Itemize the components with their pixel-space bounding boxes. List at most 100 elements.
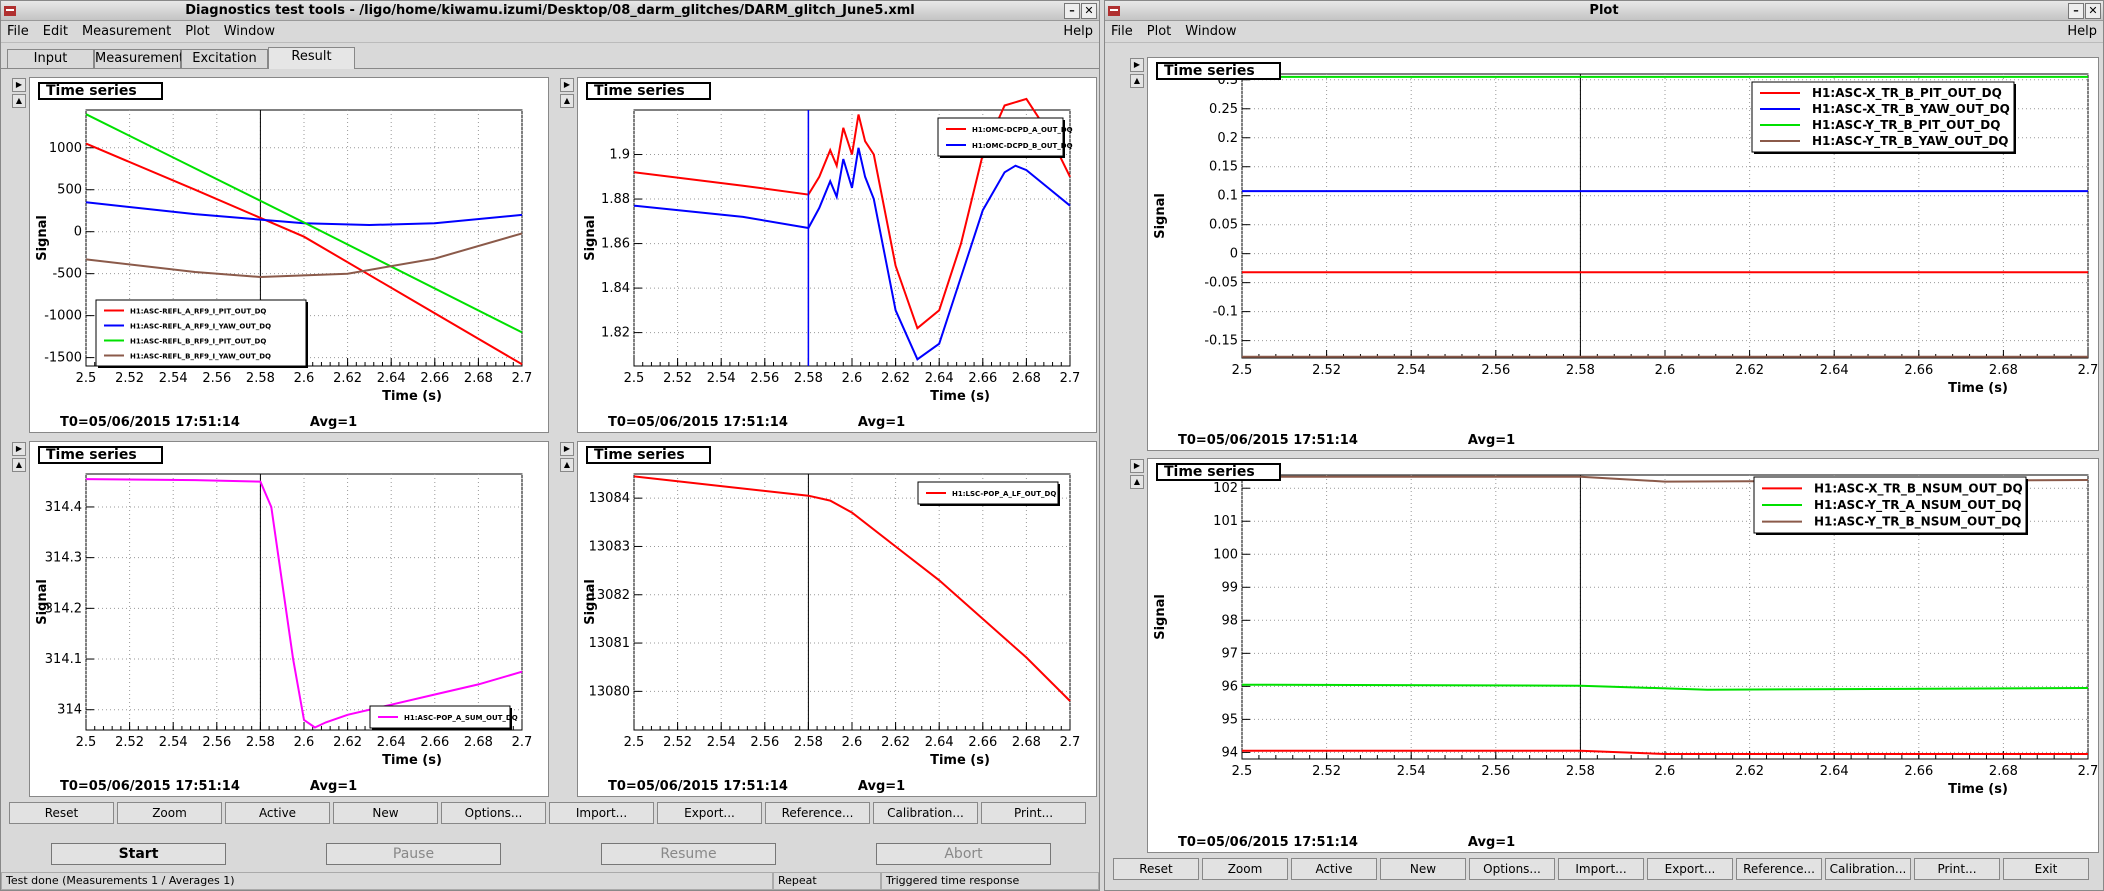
- chart-c4[interactable]: 2.5 2.52 2.54 2.56 2.58 2.6 2.62 2.64 2.66 2.68 2.…: [578, 442, 1096, 796]
- tab-result[interactable]: Result: [268, 47, 355, 69]
- window-menu-icon[interactable]: [3, 4, 17, 18]
- x-tick-label: 2.5: [1232, 764, 1253, 779]
- new-button[interactable]: New: [1380, 858, 1466, 880]
- x-axis-title: Time (s): [930, 753, 990, 768]
- expand-up-icon[interactable]: ▲: [560, 94, 574, 108]
- menu-file[interactable]: File: [1111, 24, 1133, 39]
- menu-help[interactable]: Help: [1063, 24, 1093, 39]
- expand-up-icon[interactable]: ▲: [1130, 74, 1144, 88]
- reset-button[interactable]: Reset: [9, 802, 114, 824]
- import-button[interactable]: Import...: [1558, 858, 1644, 880]
- export-button[interactable]: Export...: [657, 802, 762, 824]
- expand-up-icon[interactable]: ▲: [12, 94, 26, 108]
- graph-pad-4[interactable]: 2.5 2.52 2.54 2.56 2.58 2.6 2.62 2.64 2.66 2.68 2.…: [560, 441, 1097, 797]
- chart-c6[interactable]: 2.5 2.52 2.54 2.56 2.58 2.6 2.62 2.64 2.66 2.68 2.…: [1148, 459, 2098, 852]
- close-icon[interactable]: ✕: [1081, 3, 1097, 19]
- graph-footer: T0=05/06/2015 17:51:14 Avg=1: [60, 779, 357, 794]
- x-tick-label: 2.58: [1566, 764, 1595, 779]
- y-tick-label: 95: [1221, 712, 1238, 727]
- minimize-button[interactable]: –: [1064, 3, 1080, 19]
- exit-button[interactable]: Exit: [2003, 858, 2089, 880]
- abort-button[interactable]: Abort: [876, 843, 1051, 865]
- menu-edit[interactable]: Edit: [43, 24, 68, 39]
- calibration-button[interactable]: Calibration...: [873, 802, 978, 824]
- options-button[interactable]: Options...: [441, 802, 546, 824]
- expand-right-icon[interactable]: ▶: [560, 442, 574, 456]
- y-tick-label: 314.3: [45, 551, 82, 566]
- zoom-button[interactable]: Zoom: [1202, 858, 1288, 880]
- expand-right-icon[interactable]: ▶: [560, 78, 574, 92]
- expand-right-icon[interactable]: ▶: [12, 442, 26, 456]
- reference-button[interactable]: Reference...: [765, 802, 870, 824]
- x-tick-label: 2.64: [377, 371, 406, 386]
- y-tick-label: 0.05: [1209, 218, 1238, 233]
- expand-up-icon[interactable]: ▲: [1130, 475, 1144, 489]
- y-axis-title: Signal: [35, 215, 50, 261]
- menu-plot[interactable]: Plot: [185, 24, 210, 39]
- x-tick-label: 2.5: [76, 735, 97, 750]
- expand-up-icon[interactable]: ▲: [560, 458, 574, 472]
- tab-excitation[interactable]: Excitation: [181, 49, 268, 68]
- menu-window[interactable]: Window: [1185, 24, 1236, 39]
- x-tick-label: 2.58: [1566, 363, 1595, 378]
- y-tick-label: 99: [1221, 580, 1238, 595]
- print-button[interactable]: Print...: [981, 802, 1086, 824]
- graph-footer: T0=05/06/2015 17:51:14 Avg=1: [1178, 835, 1515, 850]
- expand-right-icon[interactable]: ▶: [1130, 459, 1144, 473]
- reference-button[interactable]: Reference...: [1736, 858, 1822, 880]
- print-button[interactable]: Print...: [1914, 858, 2000, 880]
- export-button[interactable]: Export...: [1647, 858, 1733, 880]
- start-button[interactable]: Start: [51, 843, 226, 865]
- options-button[interactable]: Options...: [1469, 858, 1555, 880]
- x-tick-label: 2.6: [294, 735, 315, 750]
- y-tick-label: 314.1: [45, 652, 82, 667]
- y-tick-label: 0.2: [1217, 131, 1238, 146]
- y-tick-label: -500: [52, 267, 82, 282]
- resume-button[interactable]: Resume: [601, 843, 776, 865]
- tab-measurement[interactable]: Measurement: [94, 49, 184, 68]
- close-icon[interactable]: ✕: [2085, 3, 2101, 19]
- tab-input[interactable]: Input: [7, 49, 94, 68]
- tab-bar: Input Measurement Excitation Result: [1, 47, 1099, 69]
- calibration-button[interactable]: Calibration...: [1825, 858, 1911, 880]
- graph-pad-2[interactable]: 2.5 2.52 2.54 2.56 2.58 2.6 2.62 2.64 2.66 2.68 2.…: [560, 77, 1097, 433]
- menu-help[interactable]: Help: [2067, 24, 2097, 39]
- chart-c5[interactable]: 2.5 2.52 2.54 2.56 2.58 2.6 2.62 2.64 2.66 2.68 2.…: [1148, 58, 2098, 450]
- x-tick-label: 2.62: [1735, 764, 1764, 779]
- graph-pad-6[interactable]: 2.5 2.52 2.54 2.56 2.58 2.6 2.62 2.64 2.66 2.68 2.…: [1130, 458, 2099, 853]
- chart-c2[interactable]: 2.5 2.52 2.54 2.56 2.58 2.6 2.62 2.64 2.66 2.68 2.…: [578, 78, 1096, 432]
- y-tick-label: 13084: [589, 491, 630, 506]
- y-tick-label: 314: [57, 703, 82, 718]
- pause-button[interactable]: Pause: [326, 843, 501, 865]
- legend-entry-label: H1:ASC-REFL_A_RF9_I_YAW_OUT_DQ: [130, 323, 271, 331]
- y-tick-label: 314.4: [45, 500, 82, 515]
- y-tick-label: -0.05: [1204, 276, 1238, 291]
- start-time-label: T0=05/06/2015 17:51:14: [608, 779, 788, 794]
- graph-pad-5[interactable]: 2.5 2.52 2.54 2.56 2.58 2.6 2.62 2.64 2.66 2.68 2.…: [1130, 57, 2099, 451]
- average-label: Avg=1: [857, 415, 906, 430]
- zoom-button[interactable]: Zoom: [117, 802, 222, 824]
- expand-right-icon[interactable]: ▶: [12, 78, 26, 92]
- chart-c1[interactable]: 2.5 2.52 2.54 2.56 2.58 2.6 2.62 2.64 2.66 2.68 2.…: [30, 78, 548, 432]
- import-button[interactable]: Import...: [549, 802, 654, 824]
- expand-up-icon[interactable]: ▲: [12, 458, 26, 472]
- active-button[interactable]: Active: [225, 802, 330, 824]
- legend-entry-label: H1:ASC-Y_TR_A_NSUM_OUT_DQ: [1814, 498, 2022, 513]
- menu-file[interactable]: File: [7, 24, 29, 39]
- new-button[interactable]: New: [333, 802, 438, 824]
- legend-box[interactable]: [937, 117, 1064, 157]
- chart-c3[interactable]: 2.5 2.52 2.54 2.56 2.58 2.6 2.62 2.64 2.66 2.68 2.…: [30, 442, 548, 796]
- menu-measurement[interactable]: Measurement: [82, 24, 171, 39]
- expand-right-icon[interactable]: ▶: [1130, 58, 1144, 72]
- menu-plot[interactable]: Plot: [1147, 24, 1172, 39]
- graph-pad-3[interactable]: 2.5 2.52 2.54 2.56 2.58 2.6 2.62 2.64 2.66 2.68 2.…: [12, 441, 549, 797]
- window-menu-icon[interactable]: [1107, 4, 1121, 18]
- x-tick-label: 2.52: [1312, 363, 1341, 378]
- reset-button[interactable]: Reset: [1113, 858, 1199, 880]
- y-tick-label: 1.82: [601, 326, 630, 341]
- graph-pad-1[interactable]: 2.5 2.52 2.54 2.56 2.58 2.6 2.62 2.64 2.66 2.68 2.…: [12, 77, 549, 433]
- active-button[interactable]: Active: [1291, 858, 1377, 880]
- minimize-button[interactable]: –: [2068, 3, 2084, 19]
- graph-footer: T0=05/06/2015 17:51:14 Avg=1: [1178, 433, 1515, 448]
- menu-window[interactable]: Window: [224, 24, 275, 39]
